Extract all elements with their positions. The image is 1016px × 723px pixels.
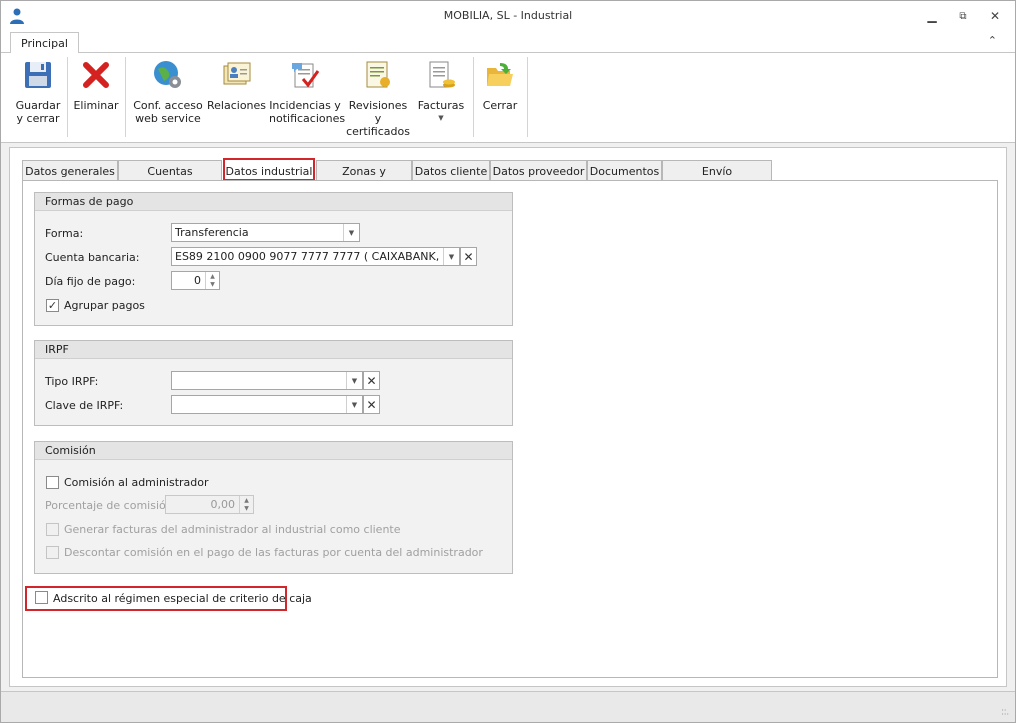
checkmark-icon: ✓ (47, 299, 58, 312)
restore-button[interactable]: ⧉ (952, 7, 974, 25)
invoices-dropdown-button[interactable]: Facturas ▼ (415, 59, 467, 125)
forma-label: Forma: (45, 227, 84, 240)
clave-irpf-label: Clave de IRPF: (45, 399, 124, 412)
tab-datos-proveedor[interactable]: Datos proveedor (490, 160, 587, 181)
tab-zonas-servicios[interactable]: Zonas y servicios (316, 160, 412, 191)
collapse-ribbon-icon[interactable]: ⌃ (988, 34, 997, 47)
spin-arrows-icon[interactable]: ▲ ▼ (239, 496, 253, 513)
incidents-button[interactable]: Incidencias y notificaciones (269, 59, 346, 125)
dia-fijo-label: Día fijo de pago: (45, 275, 136, 288)
regimen-criterio-caja-label: Adscrito al régimen especial de criterio… (53, 592, 312, 605)
tab-cuentas-bancarias[interactable]: Cuentas bancarias (118, 160, 222, 191)
formas-pago-header: Formas de pago (35, 193, 512, 211)
tab-panel-datos-industrial: Formas de pago Forma: Transferencia ▼ Cu… (22, 180, 998, 678)
comision-admin-label: Comisión al administrador (64, 476, 209, 489)
reviews-label-1: Revisiones y (348, 99, 408, 125)
tipo-irpf-select[interactable]: ▼ (171, 371, 363, 390)
agrupar-pagos-checkbox[interactable]: ✓ (46, 299, 59, 312)
cuenta-bancaria-select[interactable]: ES89 2100 0900 9077 7777 7777 ( CAIXABAN… (171, 247, 460, 266)
invoices-label: Facturas (417, 99, 465, 112)
main-window: MOBILIA, SL - Industrial ▁ ⧉ ✕ Principal… (0, 0, 1016, 723)
folder-exit-icon (487, 63, 513, 86)
tab-datos-generales[interactable]: Datos generales (22, 160, 118, 181)
irpf-header: IRPF (35, 341, 512, 359)
tab-envio-notificaciones[interactable]: Envío notificaciones (662, 160, 772, 191)
tab-datos-industrial[interactable]: Datos industrial (223, 158, 315, 181)
chevron-down-icon[interactable]: ▼ (346, 396, 362, 413)
clear-cuenta-button[interactable]: ✕ (460, 247, 477, 266)
forma-select[interactable]: Transferencia ▼ (171, 223, 360, 242)
descontar-comision-label: Descontar comisión en el pago de las fac… (64, 546, 483, 559)
comision-admin-checkbox[interactable] (46, 476, 59, 489)
porcentaje-comision-stepper[interactable]: 0,00 ▲ ▼ (165, 495, 254, 514)
close-window-button[interactable]: ✕ (984, 7, 1006, 25)
status-bar: ·· ··· (1, 691, 1015, 722)
floppy-disk-icon (25, 62, 51, 88)
porcentaje-comision-value: 0,00 (210, 498, 236, 511)
tab-principal[interactable]: Principal (10, 32, 79, 54)
chevron-down-icon: ▼ (438, 114, 444, 122)
content-area: Datos generales Cuentas bancarias Datos … (9, 147, 1007, 687)
delete-x-icon (83, 62, 109, 88)
minimize-button[interactable]: ▁ (921, 7, 943, 25)
agrupar-pagos-label: Agrupar pagos (64, 299, 145, 312)
incidents-label-2: notificaciones (269, 112, 346, 125)
save-label-2: y cerrar (16, 112, 60, 125)
cuenta-bancaria-value: ES89 2100 0900 9077 7777 7777 ( CAIXABAN… (175, 250, 443, 263)
webservice-label-2: web service (135, 112, 201, 125)
chevron-down-icon[interactable]: ▼ (443, 248, 459, 265)
close-label: Cerrar (482, 99, 518, 112)
globe-gear-icon (154, 61, 181, 88)
save-label-1: Guardar (15, 99, 61, 112)
incidents-label-1: Incidencias y (269, 99, 341, 112)
chevron-down-icon[interactable]: ▼ (343, 224, 359, 241)
generar-facturas-label: Generar facturas del administrador al in… (64, 523, 401, 536)
certificate-icon (366, 61, 390, 88)
relations-button[interactable]: Relaciones (207, 59, 267, 112)
irpf-group: IRPF Tipo IRPF: ▼ ✕ Clave de IRPF: ▼ ✕ (34, 340, 513, 426)
save-close-button[interactable]: Guardar y cerrar (13, 59, 63, 125)
comision-group: Comisión Comisión al administrador Porce… (34, 441, 513, 574)
generar-facturas-checkbox[interactable] (46, 523, 59, 536)
tab-datos-cliente[interactable]: Datos cliente (412, 160, 490, 181)
regimen-criterio-caja-checkbox[interactable] (35, 591, 48, 604)
porcentaje-comision-label: Porcentaje de comisión: (45, 499, 177, 512)
minimize-icon: ▁ (927, 9, 937, 23)
clave-irpf-select[interactable]: ▼ (171, 395, 363, 414)
webservice-button[interactable]: Conf. acceso web service (133, 59, 203, 125)
close-icon: ✕ (366, 397, 377, 412)
restore-icon: ⧉ (959, 10, 967, 22)
forma-value: Transferencia (175, 226, 249, 239)
cuenta-bancaria-label: Cuenta bancaria: (45, 251, 140, 264)
dia-fijo-value: 0 (194, 274, 201, 287)
delete-label: Eliminar (73, 99, 119, 112)
ribbon-tab-bar: Principal ⌃ (1, 31, 1015, 54)
reviews-label-2: certificados (346, 125, 410, 138)
resize-grip-icon[interactable]: ·· ··· (1001, 707, 1009, 719)
formas-pago-group: Formas de pago Forma: Transferencia ▼ Cu… (34, 192, 513, 326)
close-icon: ✕ (463, 249, 474, 264)
dia-fijo-stepper[interactable]: 0 ▲ ▼ (171, 271, 220, 290)
window-title: MOBILIA, SL - Industrial (443, 9, 573, 22)
spin-arrows-icon[interactable]: ▲ ▼ (205, 272, 219, 289)
clear-tipo-irpf-button[interactable]: ✕ (363, 371, 380, 390)
close-button[interactable]: Cerrar (479, 59, 521, 112)
tipo-irpf-label: Tipo IRPF: (45, 375, 99, 388)
reviews-button[interactable]: Revisiones y certificados (345, 59, 411, 138)
chevron-down-icon[interactable]: ▼ (346, 372, 362, 389)
contact-cards-icon (223, 62, 251, 85)
close-icon: ✕ (366, 373, 377, 388)
relations-label: Relaciones (207, 99, 267, 112)
webservice-label-1: Conf. acceso (133, 99, 203, 112)
delete-button[interactable]: Eliminar (72, 59, 120, 112)
notification-check-icon (292, 63, 320, 88)
title-bar: MOBILIA, SL - Industrial ▁ ⧉ ✕ (1, 1, 1015, 31)
descontar-comision-checkbox[interactable] (46, 546, 59, 559)
ribbon: Guardar y cerrar Eliminar Conf. acceso w… (1, 53, 1015, 143)
clear-clave-irpf-button[interactable]: ✕ (363, 395, 380, 414)
tab-documentos[interactable]: Documentos (587, 160, 662, 181)
invoice-coins-icon (429, 61, 455, 88)
close-icon: ✕ (989, 9, 1001, 23)
comision-header: Comisión (35, 442, 512, 460)
